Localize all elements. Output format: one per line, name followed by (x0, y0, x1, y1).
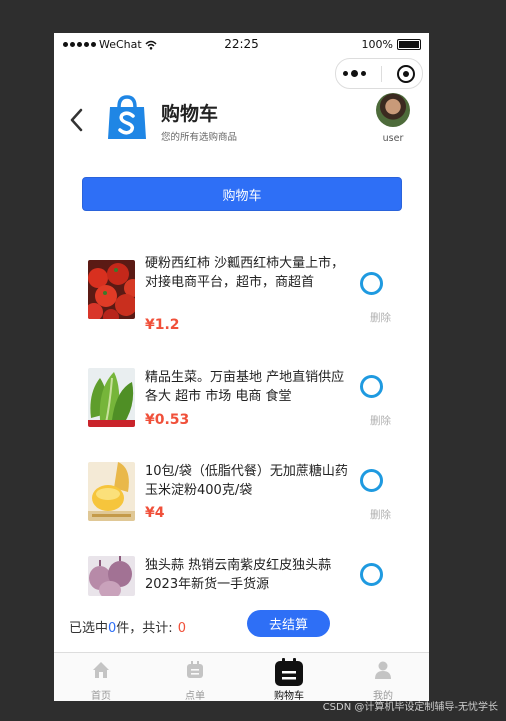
product-image-tomato (88, 260, 135, 319)
select-checkbox[interactable] (360, 563, 383, 586)
cart-icon (275, 658, 303, 686)
home-icon (93, 662, 109, 678)
delete-button[interactable]: 删除 (370, 413, 391, 428)
selected-prefix: 已选中 (69, 621, 109, 636)
product-image-garlic (88, 556, 135, 596)
product-name: 独头蒜 热销云南紫皮红皮独头蒜2023年新货一手货源 (145, 558, 332, 592)
page-title: 购物车 (161, 103, 219, 125)
mini-program-capsule (335, 58, 423, 89)
close-program-icon[interactable] (396, 64, 415, 83)
avatar-username: user (382, 133, 404, 144)
tab-order[interactable]: 点单 (148, 653, 242, 701)
capsule-divider (380, 65, 382, 82)
checkout-button[interactable]: 去结算 (247, 610, 330, 637)
product-name: 10包/袋（低脂代餐）无加蔗糖山药玉米淀粉400克/袋 (145, 464, 348, 498)
checkout-bar: 已选中0件，共计: 0 去结算 (54, 603, 429, 651)
back-arrow-icon[interactable] (68, 107, 86, 133)
select-checkbox[interactable] (360, 469, 383, 492)
tab-home[interactable]: 首页 (54, 653, 148, 701)
select-checkbox[interactable] (360, 272, 383, 295)
battery-percent: 100% (361, 38, 393, 51)
tab-profile[interactable]: 我的 (336, 653, 429, 701)
tab-label: 首页 (91, 691, 111, 701)
shop-logo-icon (108, 95, 146, 139)
profile-icon (375, 661, 391, 679)
watermark: CSDN @计算机毕设定制辅导-无忧学长 (322, 702, 498, 713)
selection-summary: 已选中0件，共计: 0 (69, 617, 186, 636)
product-price: ¥0.53 (145, 412, 190, 428)
product-price: ¥1.2 (145, 317, 180, 333)
cart-button[interactable]: 购物车 (82, 177, 402, 211)
selected-suffix: 件，共计: (116, 621, 173, 636)
tab-cart[interactable]: 购物车 (242, 653, 336, 701)
product-image-lettuce (88, 368, 135, 427)
tab-bar: 首页 点单 购物车 我的 (54, 652, 429, 701)
delete-button[interactable]: 删除 (370, 507, 391, 522)
battery-icon (397, 39, 421, 50)
phone-screen: WeChat 22:25 100% 购物车 您的所有选购商品 user 购物车 (54, 33, 429, 701)
product-image-starch (88, 462, 135, 521)
product-price: ¥4 (145, 505, 165, 521)
delete-button[interactable]: 删除 (370, 310, 391, 325)
select-checkbox[interactable] (360, 375, 383, 398)
product-name: 精品生菜。万亩基地 产地直销供应各大 超市 市场 电商 食堂 (145, 370, 345, 404)
page-subtitle: 您的所有选购商品 (161, 132, 238, 143)
order-icon (187, 661, 203, 678)
status-bar: WeChat 22:25 100% (54, 33, 429, 57)
avatar[interactable] (376, 93, 410, 127)
total-amount: 0 (177, 621, 186, 636)
product-name: 硬粉西红柿 沙瓤西红柿大量上市，对接电商平台，超市，商超首 (145, 256, 345, 290)
tab-label: 点单 (185, 691, 205, 701)
more-menu-icon[interactable] (343, 70, 367, 77)
